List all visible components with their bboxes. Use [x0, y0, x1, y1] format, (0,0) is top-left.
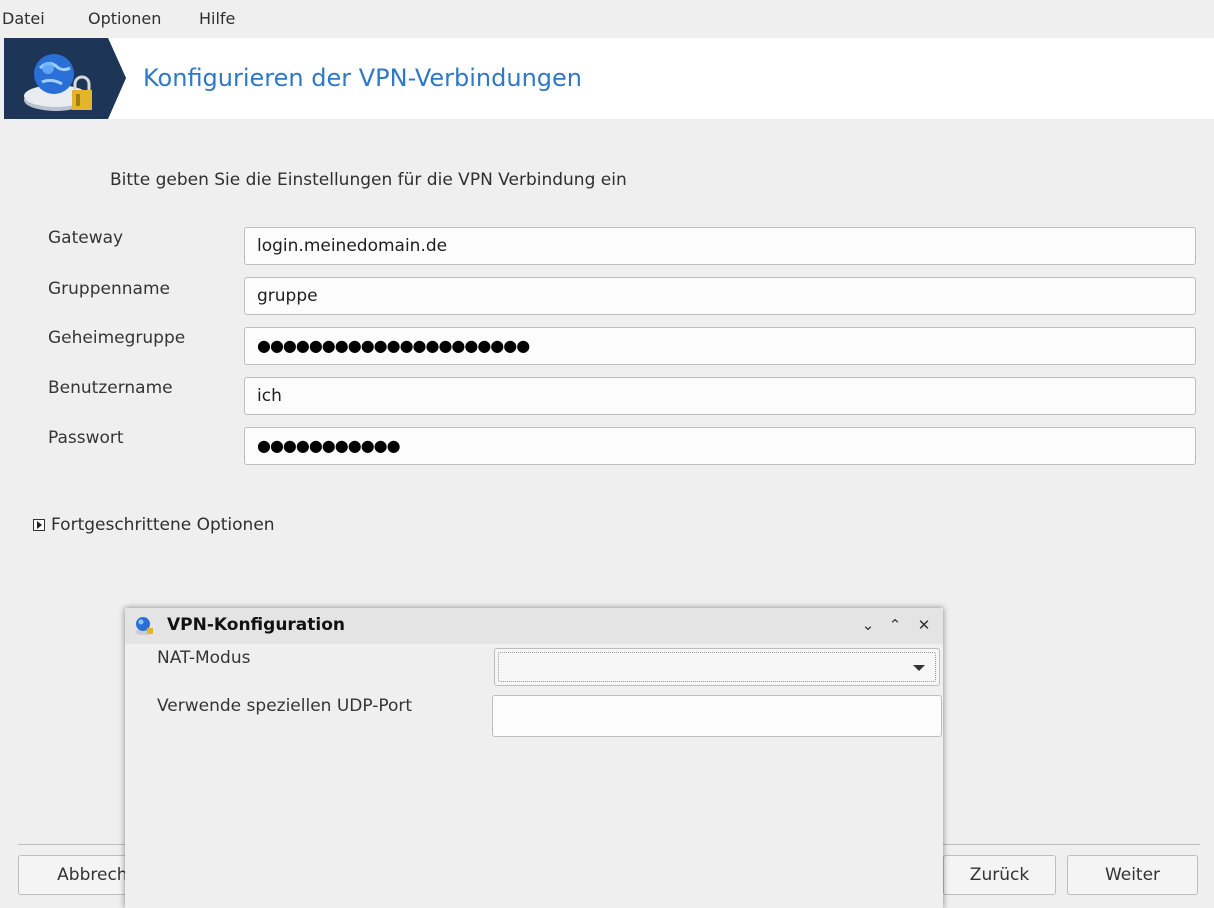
gateway-input[interactable]	[244, 227, 1196, 265]
nat-mode-focus-ring	[498, 652, 936, 682]
dialog-titlebar[interactable]: VPN-Konfiguration ⌄ ⌃ ✕	[125, 608, 943, 644]
gateway-label: Gateway	[48, 228, 124, 248]
chevron-down-icon	[913, 665, 925, 671]
username-label: Benutzername	[48, 378, 173, 398]
minimize-icon[interactable]: ⌄	[859, 616, 877, 634]
header-banner: Konfigurieren der VPN-Verbindungen	[4, 38, 1214, 119]
intro-text: Bitte geben Sie die Einstellungen für di…	[110, 170, 627, 190]
advanced-options-label: Fortgeschrittene Optionen	[51, 515, 275, 535]
group-name-input[interactable]	[244, 277, 1196, 315]
nat-mode-select[interactable]	[494, 648, 940, 686]
group-secret-masked: ●●●●●●●●●●●●●●●●●●●●●	[257, 336, 530, 355]
vpn-globe-logo-icon	[4, 38, 126, 119]
group-name-label: Gruppenname	[48, 279, 170, 299]
group-secret-label: Geheimegruppe	[48, 328, 186, 348]
maximize-icon[interactable]: ⌃	[886, 616, 904, 634]
next-button[interactable]: Weiter	[1067, 855, 1198, 895]
page-title: Konfigurieren der VPN-Verbindungen	[143, 64, 583, 92]
back-button[interactable]: Zurück	[943, 855, 1056, 895]
dialog-title: VPN-Konfiguration	[167, 615, 346, 635]
udp-port-label: Verwende speziellen UDP-Port	[157, 696, 413, 716]
username-input[interactable]	[244, 377, 1196, 415]
menu-hilfe[interactable]: Hilfe	[199, 9, 235, 28]
udp-port-input[interactable]	[492, 695, 942, 737]
nat-mode-label: NAT-Modus	[157, 648, 251, 668]
password-masked: ●●●●●●●●●●●	[257, 436, 401, 455]
vpn-globe-icon	[135, 617, 153, 635]
vpn-configuration-dialog: VPN-Konfiguration ⌄ ⌃ ✕ NAT-Modus Verwen…	[125, 608, 943, 908]
menu-optionen[interactable]: Optionen	[88, 9, 161, 28]
close-icon[interactable]: ✕	[915, 616, 933, 634]
menu-datei[interactable]: Datei	[2, 9, 45, 28]
password-input[interactable]: ●●●●●●●●●●●	[244, 427, 1196, 465]
advanced-options-expander[interactable]: Fortgeschrittene Optionen	[33, 515, 275, 535]
expand-arrow-icon	[33, 519, 45, 531]
password-label: Passwort	[48, 428, 124, 448]
group-secret-input[interactable]: ●●●●●●●●●●●●●●●●●●●●●	[244, 327, 1196, 365]
menu-bar: Datei Optionen Hilfe	[0, 0, 1214, 37]
